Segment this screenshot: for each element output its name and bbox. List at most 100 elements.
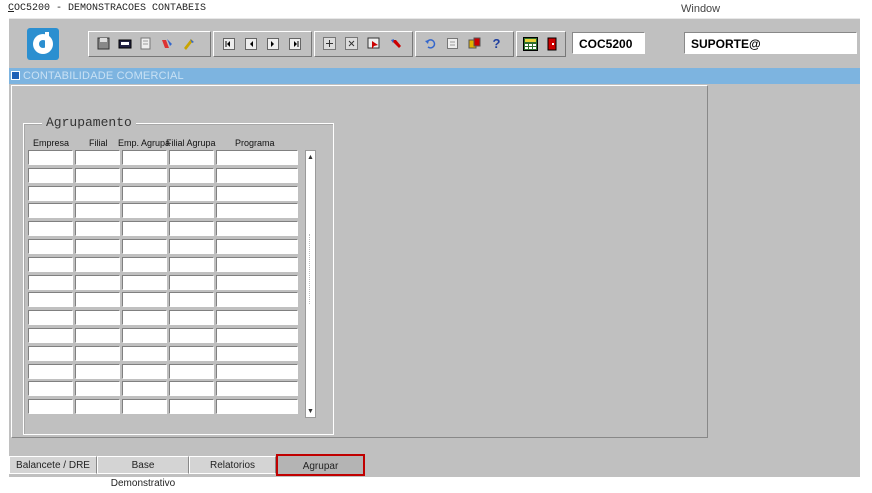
list-icon[interactable]	[444, 35, 461, 52]
cell-filial-agrupa[interactable]	[169, 150, 214, 165]
tab-base-demonstrativo[interactable]: Base Demonstrativo	[97, 456, 189, 489]
cell-filial-agrupa[interactable]	[169, 345, 214, 361]
last-record-icon[interactable]	[286, 35, 303, 52]
cell-empresa[interactable]	[28, 381, 73, 397]
cell-emp-agrupa[interactable]	[122, 274, 167, 290]
cell-filial[interactable]	[75, 167, 120, 183]
cell-filial[interactable]	[75, 150, 120, 165]
cell-empresa[interactable]	[28, 185, 73, 201]
cell-filial[interactable]	[75, 239, 120, 254]
cell-emp-agrupa[interactable]	[122, 399, 167, 415]
cell-emp-agrupa[interactable]	[122, 363, 167, 379]
calculator-icon[interactable]	[522, 35, 539, 52]
window-menu[interactable]: Window	[681, 3, 720, 15]
cell-empresa[interactable]	[28, 221, 73, 237]
cell-filial-agrupa[interactable]	[169, 274, 214, 290]
cell-filial-agrupa[interactable]	[169, 221, 214, 237]
previous-record-icon[interactable]	[242, 35, 259, 52]
cell-emp-agrupa[interactable]	[122, 150, 167, 165]
cell-programa[interactable]	[216, 256, 298, 272]
cell-filial-agrupa[interactable]	[169, 185, 214, 201]
cell-emp-agrupa[interactable]	[122, 310, 167, 326]
duplicate-record-icon[interactable]	[365, 35, 382, 52]
cell-filial[interactable]	[75, 310, 120, 326]
scroll-up-icon[interactable]: ▲	[306, 152, 315, 162]
vertical-scrollbar[interactable]: ▲ ▼	[305, 150, 316, 418]
clear-field-icon[interactable]	[158, 35, 175, 52]
cell-emp-agrupa[interactable]	[122, 345, 167, 361]
cell-filial[interactable]	[75, 256, 120, 272]
cell-filial[interactable]	[75, 292, 120, 308]
cell-programa[interactable]	[216, 310, 298, 326]
cell-filial-agrupa[interactable]	[169, 310, 214, 326]
cell-empresa[interactable]	[28, 150, 73, 165]
cell-empresa[interactable]	[28, 292, 73, 308]
cell-filial-agrupa[interactable]	[169, 203, 214, 219]
cell-programa[interactable]	[216, 363, 298, 379]
cell-empresa[interactable]	[28, 310, 73, 326]
cell-filial[interactable]	[75, 381, 120, 397]
print-preview-icon[interactable]	[137, 35, 154, 52]
cell-filial-agrupa[interactable]	[169, 363, 214, 379]
cell-empresa[interactable]	[28, 239, 73, 254]
cell-emp-agrupa[interactable]	[122, 239, 167, 254]
cell-filial[interactable]	[75, 328, 120, 343]
cell-filial-agrupa[interactable]	[169, 292, 214, 308]
cell-empresa[interactable]	[28, 328, 73, 343]
clear-block-icon[interactable]	[179, 35, 196, 52]
first-record-icon[interactable]	[220, 35, 237, 52]
insert-record-icon[interactable]	[321, 35, 338, 52]
cell-empresa[interactable]	[28, 167, 73, 183]
cell-empresa[interactable]	[28, 203, 73, 219]
cell-emp-agrupa[interactable]	[122, 256, 167, 272]
cell-programa[interactable]	[216, 185, 298, 201]
exit-icon[interactable]	[543, 35, 560, 52]
cell-filial-agrupa[interactable]	[169, 381, 214, 397]
cell-empresa[interactable]	[28, 345, 73, 361]
cell-programa[interactable]	[216, 239, 298, 254]
cell-emp-agrupa[interactable]	[122, 328, 167, 343]
cell-filial-agrupa[interactable]	[169, 239, 214, 254]
tab-relatorios[interactable]: Relatorios	[189, 456, 276, 474]
cell-emp-agrupa[interactable]	[122, 167, 167, 183]
cell-emp-agrupa[interactable]	[122, 185, 167, 201]
tab-balancete-dre[interactable]: Balancete / DRE	[9, 456, 97, 474]
undo-icon[interactable]	[422, 35, 439, 52]
cell-empresa[interactable]	[28, 363, 73, 379]
cell-empresa[interactable]	[28, 399, 73, 415]
help-icon[interactable]: ?	[488, 35, 505, 52]
cell-filial-agrupa[interactable]	[169, 399, 214, 415]
system-menu-icon[interactable]	[11, 71, 20, 80]
cell-filial-agrupa[interactable]	[169, 328, 214, 343]
cell-filial-agrupa[interactable]	[169, 167, 214, 183]
scroll-down-icon[interactable]: ▼	[306, 406, 315, 416]
cell-filial-agrupa[interactable]	[169, 256, 214, 272]
tab-agrupar[interactable]: Agrupar	[276, 454, 365, 476]
cell-emp-agrupa[interactable]	[122, 221, 167, 237]
cell-emp-agrupa[interactable]	[122, 381, 167, 397]
cell-programa[interactable]	[216, 381, 298, 397]
attach-icon[interactable]	[466, 35, 483, 52]
print-icon[interactable]	[116, 35, 133, 52]
cell-filial[interactable]	[75, 203, 120, 219]
scrollbar-thumb[interactable]	[309, 234, 313, 304]
save-icon[interactable]	[95, 35, 112, 52]
cell-programa[interactable]	[216, 167, 298, 183]
cell-empresa[interactable]	[28, 274, 73, 290]
cell-programa[interactable]	[216, 150, 298, 165]
cell-programa[interactable]	[216, 399, 298, 415]
lock-record-icon[interactable]	[387, 35, 404, 52]
cell-filial[interactable]	[75, 399, 120, 415]
cell-filial[interactable]	[75, 345, 120, 361]
cell-filial[interactable]	[75, 274, 120, 290]
cell-programa[interactable]	[216, 292, 298, 308]
cell-programa[interactable]	[216, 274, 298, 290]
cell-filial[interactable]	[75, 363, 120, 379]
cell-programa[interactable]	[216, 203, 298, 219]
cell-filial[interactable]	[75, 221, 120, 237]
cell-programa[interactable]	[216, 345, 298, 361]
next-record-icon[interactable]	[264, 35, 281, 52]
cell-emp-agrupa[interactable]	[122, 292, 167, 308]
cell-programa[interactable]	[216, 221, 298, 237]
cell-emp-agrupa[interactable]	[122, 203, 167, 219]
